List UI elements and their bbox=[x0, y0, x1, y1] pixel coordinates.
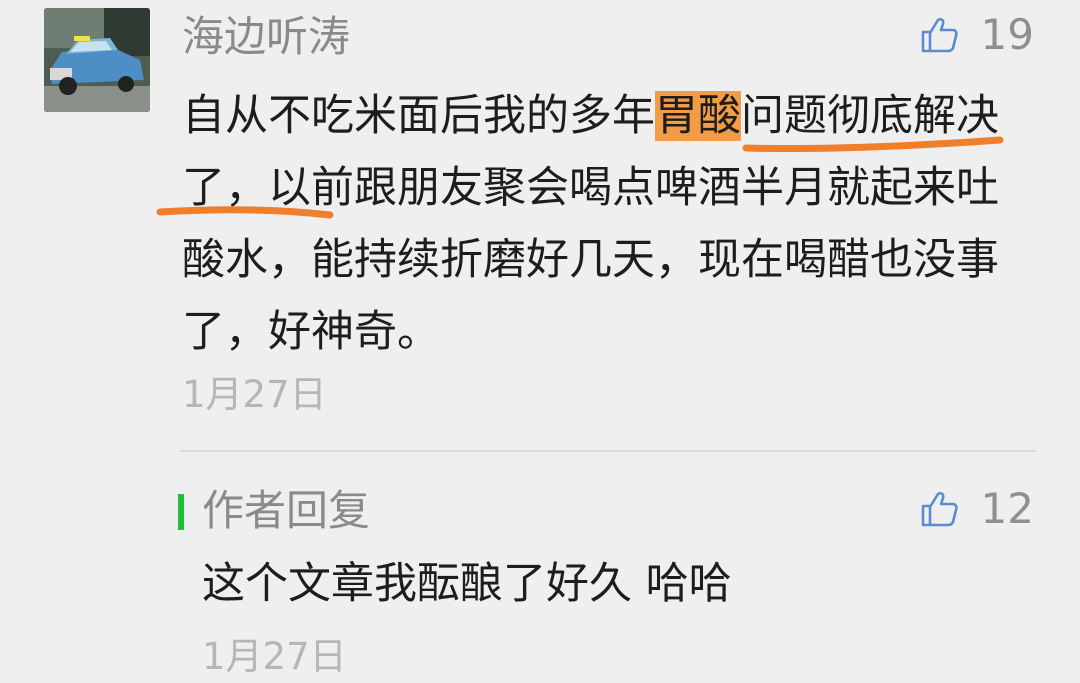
reply-like-count: 12 bbox=[980, 484, 1034, 533]
reply-accent-bar bbox=[178, 494, 184, 530]
comment-like-count: 19 bbox=[980, 10, 1034, 59]
comment-highlight: 胃酸 bbox=[655, 91, 741, 141]
avatar[interactable] bbox=[44, 8, 150, 112]
comment-body: 自从不吃米面后我的多年胃酸问题彻底解决了，以前跟朋友聚会喝点啤酒半月就起来吐酸水… bbox=[182, 80, 1032, 368]
car-photo-avatar bbox=[44, 8, 150, 112]
comment-text-before: 自从不吃米面后我的多年 bbox=[182, 91, 655, 141]
comment-date: 1月27日 bbox=[182, 373, 327, 416]
reply-like-button[interactable]: 12 bbox=[919, 484, 1034, 533]
comment-author-name[interactable]: 海边听涛 bbox=[182, 10, 350, 64]
reply-date: 1月27日 bbox=[202, 635, 347, 678]
thumbs-up-icon bbox=[921, 17, 958, 52]
divider bbox=[180, 450, 1036, 452]
reply-body: 这个文章我酝酿了好久 哈哈 bbox=[202, 559, 732, 609]
thumbs-up-icon bbox=[921, 491, 958, 526]
author-reply-label: 作者回复 bbox=[202, 486, 371, 535]
comment-like-button[interactable]: 19 bbox=[919, 10, 1034, 59]
